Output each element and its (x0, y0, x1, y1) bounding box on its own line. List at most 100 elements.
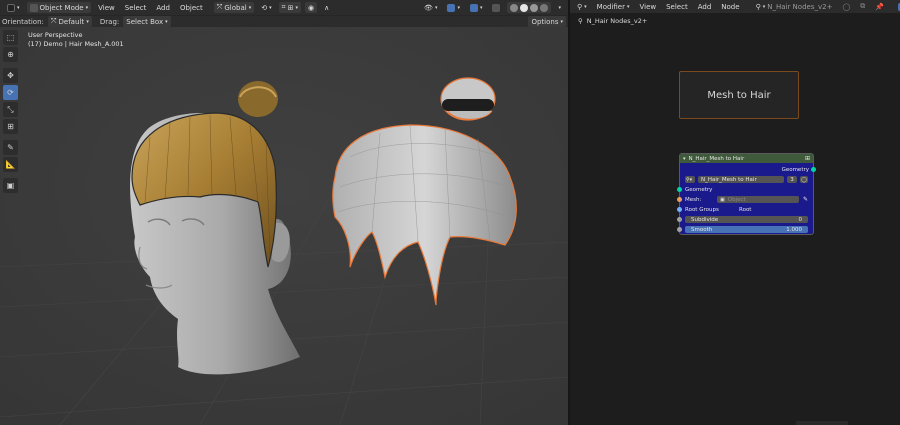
transform-orientation-label: Global (224, 3, 247, 12)
options-dropdown[interactable]: Options ▾ (528, 16, 566, 27)
overlay-icon (469, 3, 478, 12)
datablock-name-field[interactable]: N_Hair_Mesh to Hair (698, 176, 784, 183)
overlay-toggle[interactable]: ▾ (467, 2, 486, 13)
user-count-field[interactable]: 3 (787, 176, 797, 183)
cursor-tool[interactable]: ⊕ (3, 47, 18, 62)
pin-toggle[interactable]: 📌 (872, 1, 887, 12)
viewport-scene[interactable] (0, 27, 568, 425)
input-mesh-socket[interactable] (677, 197, 682, 202)
falloff-icon: ∧ (324, 3, 330, 12)
menu-add[interactable]: Add (153, 4, 173, 12)
menu-select[interactable]: Select (122, 4, 150, 12)
collapse-chevron-icon[interactable]: ▾ (683, 156, 686, 162)
eyedropper-icon[interactable]: ✎ (803, 196, 808, 203)
menu-select[interactable]: Select (663, 3, 691, 11)
scale-tool[interactable]: ⤡ (3, 102, 18, 117)
shield-icon: ◯ (842, 2, 851, 11)
smooth-value: 1.000 (786, 226, 802, 233)
editor-type-label: Modifier (596, 2, 625, 11)
tool-shelf: ⬚ ⊕ ✥ ⟳ ⤡ ⊞ ✎ 📐 ▣ (3, 30, 19, 193)
orientation-value: Default (58, 17, 85, 26)
select-box-tool[interactable]: ⬚ (3, 30, 18, 45)
transform-orientation-dropdown[interactable]: ⤧ Global ▾ (213, 2, 255, 13)
subdivide-value: 0 (798, 216, 803, 223)
geometry-node-type-dropdown[interactable]: Modifier ▾ (594, 1, 633, 12)
input-root-groups-value[interactable]: Root (739, 207, 751, 213)
duplicate-tree-button[interactable]: ⧉ (857, 1, 868, 12)
solid-shading-icon[interactable] (520, 3, 529, 12)
add-cube-tool[interactable]: ▣ (3, 178, 18, 193)
menu-view[interactable]: View (95, 4, 118, 12)
viewport-header: ▾ Object Mode ▾ View Select Add Object ⤧ G… (0, 0, 568, 15)
options-label: Options (531, 17, 559, 26)
input-root-groups-socket[interactable] (677, 207, 682, 212)
input-geometry-label: Geometry (685, 186, 713, 193)
xray-toggle[interactable] (489, 2, 503, 13)
orientation-axes-icon: ⤧ (216, 3, 223, 11)
group-node[interactable]: ▾ N_Hair_Mesh to Hair ⊞ Geometry ⚲▾ N_Ha… (677, 153, 816, 235)
wireframe-shading-icon[interactable] (510, 3, 519, 12)
measure-tool[interactable]: 📐 (3, 157, 18, 172)
editor-type-button[interactable]: ⚲ ▾ (574, 1, 590, 12)
input-smooth-socket[interactable] (677, 227, 682, 232)
input-geometry-socket[interactable] (677, 187, 682, 192)
annotate-tool[interactable]: ✎ (3, 140, 18, 155)
pin-icon: 📌 (875, 2, 884, 11)
menu-view[interactable]: View (636, 3, 659, 11)
node-editor-icon: ⚲ (577, 2, 583, 11)
editor-type-button[interactable]: ▾ (4, 2, 23, 13)
fake-user-toggle[interactable]: ◯ (839, 1, 853, 12)
visibility-dropdown[interactable]: 👁 ▾ (421, 2, 440, 13)
overlay-toggle[interactable]: ▾ (895, 1, 900, 12)
frame-label: Mesh to Hair (707, 89, 771, 101)
scale-icon: ⤡ (7, 104, 14, 114)
menu-node[interactable]: Node (718, 3, 742, 11)
node-tree-name: N_Hair Nodes_v2+ (767, 2, 833, 11)
gizmo-icon (447, 3, 456, 12)
node-title-bar[interactable]: ▾ N_Hair_Mesh to Hair ⊞ (680, 154, 813, 163)
viewport-info: User Perspective (17) Demo | Hair Mesh_A… (28, 31, 124, 49)
move-icon: ✥ (7, 71, 14, 80)
input-root-groups-label: Root Groups (685, 206, 719, 213)
duplicate-icon: ⧉ (860, 2, 866, 10)
output-geometry-socket[interactable] (811, 167, 816, 172)
menu-object[interactable]: Object (177, 4, 206, 12)
transform-icon: ⊞ (7, 122, 14, 131)
transform-tool[interactable]: ⊞ (3, 119, 18, 134)
3d-viewport[interactable]: ▾ Object Mode ▾ View Select Add Object ⤧ G… (0, 0, 568, 425)
active-object-text: (17) Demo | Hair Mesh_A.001 (28, 40, 124, 48)
node-editor[interactable]: ⚲ ▾ Modifier ▾ View Select Add Node ⚲ ▾ N_Ha… (568, 0, 900, 425)
falloff-dropdown[interactable]: ∧ (321, 2, 332, 13)
orientation-dropdown[interactable]: ⤧ Default ▾ (47, 16, 92, 27)
mode-dropdown[interactable]: Object Mode ▾ (26, 2, 92, 13)
node-title: N_Hair_Mesh to Hair (688, 155, 745, 162)
frame-node[interactable]: Mesh to Hair (679, 71, 799, 119)
shading-buttons[interactable] (507, 2, 552, 13)
move-tool[interactable]: ✥ (3, 68, 18, 83)
xray-icon (492, 3, 501, 12)
input-subdivide-socket[interactable] (677, 217, 682, 222)
subdivide-field[interactable]: Subdivide 0 (685, 216, 808, 223)
snap-icon: ⌗ (281, 3, 286, 11)
object-mode-icon (29, 3, 38, 12)
rotate-tool[interactable]: ⟳ (3, 85, 18, 100)
snap-toggle[interactable]: ⌗ ⊞ ▾ (278, 2, 301, 13)
measure-icon: 📐 (5, 160, 16, 169)
node-tree-browse-button[interactable]: ⚲▾ (685, 176, 695, 183)
user-count: 3 (790, 176, 794, 183)
rendered-shading-icon[interactable] (540, 3, 549, 12)
pivot-dropdown[interactable]: ⟲ ▾ (258, 2, 274, 13)
drag-dropdown[interactable]: Select Box ▾ (123, 16, 171, 27)
node-tree-selector[interactable]: ⚲ ▾ N_Hair Nodes_v2+ (753, 1, 836, 12)
menu-add[interactable]: Add (695, 3, 715, 11)
material-shading-icon[interactable] (530, 3, 539, 12)
node-tree-icon: ⚲ (578, 17, 583, 25)
shading-options-dropdown[interactable]: ▾ (555, 2, 564, 13)
fake-user-button[interactable]: ◯ (800, 176, 808, 183)
annotate-icon: ✎ (7, 143, 14, 152)
mesh-object-field[interactable]: ▣ Object (717, 196, 799, 203)
gizmo-toggle[interactable]: ▾ (444, 2, 463, 13)
smooth-field[interactable]: Smooth 1.000 (685, 226, 808, 233)
proportional-edit-toggle[interactable]: ◉ (304, 2, 318, 13)
input-smooth-row: Smooth 1.000 (680, 225, 813, 234)
